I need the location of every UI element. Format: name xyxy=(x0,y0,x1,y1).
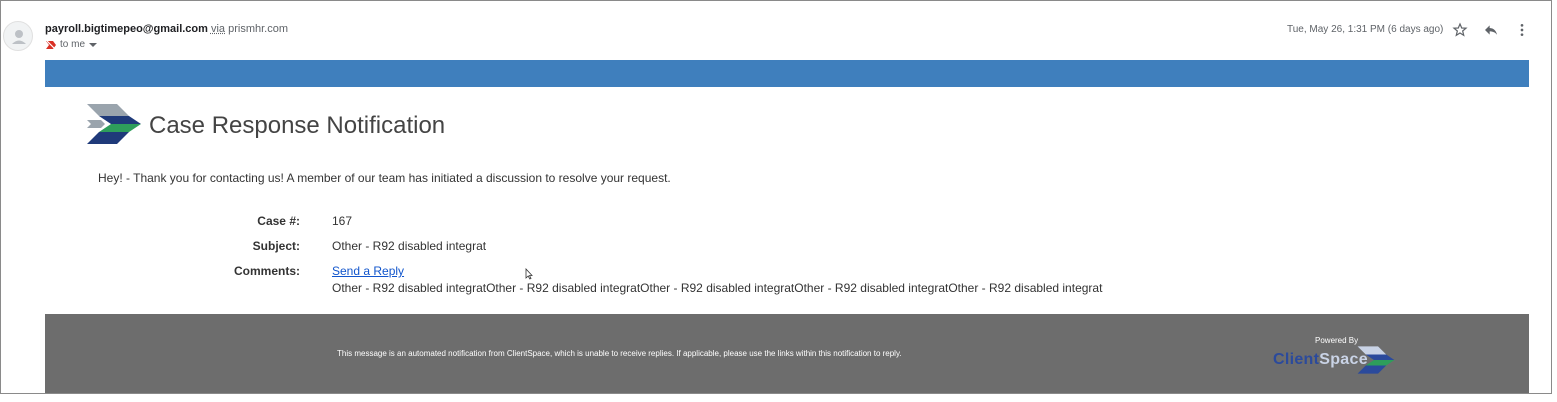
intro-text: Hey! - Thank you for contacting us! A me… xyxy=(98,171,671,185)
cursor-icon xyxy=(525,268,533,280)
powered-by-label: Powered By xyxy=(1315,336,1359,345)
comments-value: Other - R92 disabled integratOther - R92… xyxy=(332,281,1103,295)
clientspace-chevron-logo xyxy=(87,104,141,144)
sender-avatar xyxy=(3,21,33,51)
notification-title: Case Response Notification xyxy=(149,112,446,139)
notification-footer: This message is an automated notificatio… xyxy=(45,314,1529,393)
send-reply-link[interactable]: Send a Reply xyxy=(332,264,404,278)
via-domain: prismhr.com xyxy=(228,23,289,35)
more-options-button[interactable] xyxy=(1512,20,1532,40)
reply-icon xyxy=(1485,25,1497,35)
avatar-icon xyxy=(12,30,26,44)
case-number-value: 167 xyxy=(332,214,353,228)
reply-button[interactable] xyxy=(1481,20,1501,40)
subject-label: Subject: xyxy=(252,239,300,253)
email-date: Tue, May 26, 1:31 PM (6 days ago) xyxy=(1287,24,1444,35)
comments-label: Comments: xyxy=(233,264,300,278)
star-icon xyxy=(1452,22,1468,37)
subject-value: Other - R92 disabled integrat xyxy=(332,239,487,253)
header-band xyxy=(45,60,1529,87)
footer-message: This message is an automated notificatio… xyxy=(337,349,902,358)
via-text: via prismhr.com xyxy=(210,23,289,35)
sender-line: payroll.bigtimepeo@gmail.com via prismhr… xyxy=(45,23,288,35)
more-vert-icon xyxy=(1520,24,1524,36)
clientspace-logo: ClientSpace xyxy=(1273,345,1398,375)
email-view: payroll.bigtimepeo@gmail.com via prismhr… xyxy=(0,0,1552,394)
dropdown-arrow-icon[interactable] xyxy=(88,41,98,49)
clientspace-logo-icon xyxy=(1357,346,1395,374)
recipient-label: to me xyxy=(60,39,86,50)
sender-email[interactable]: payroll.bigtimepeo@gmail.com xyxy=(45,23,208,35)
case-number-label: Case #: xyxy=(257,214,300,228)
recipient-line[interactable]: to me xyxy=(45,39,98,50)
important-marker-icon[interactable] xyxy=(45,40,57,50)
star-button[interactable] xyxy=(1450,20,1470,40)
